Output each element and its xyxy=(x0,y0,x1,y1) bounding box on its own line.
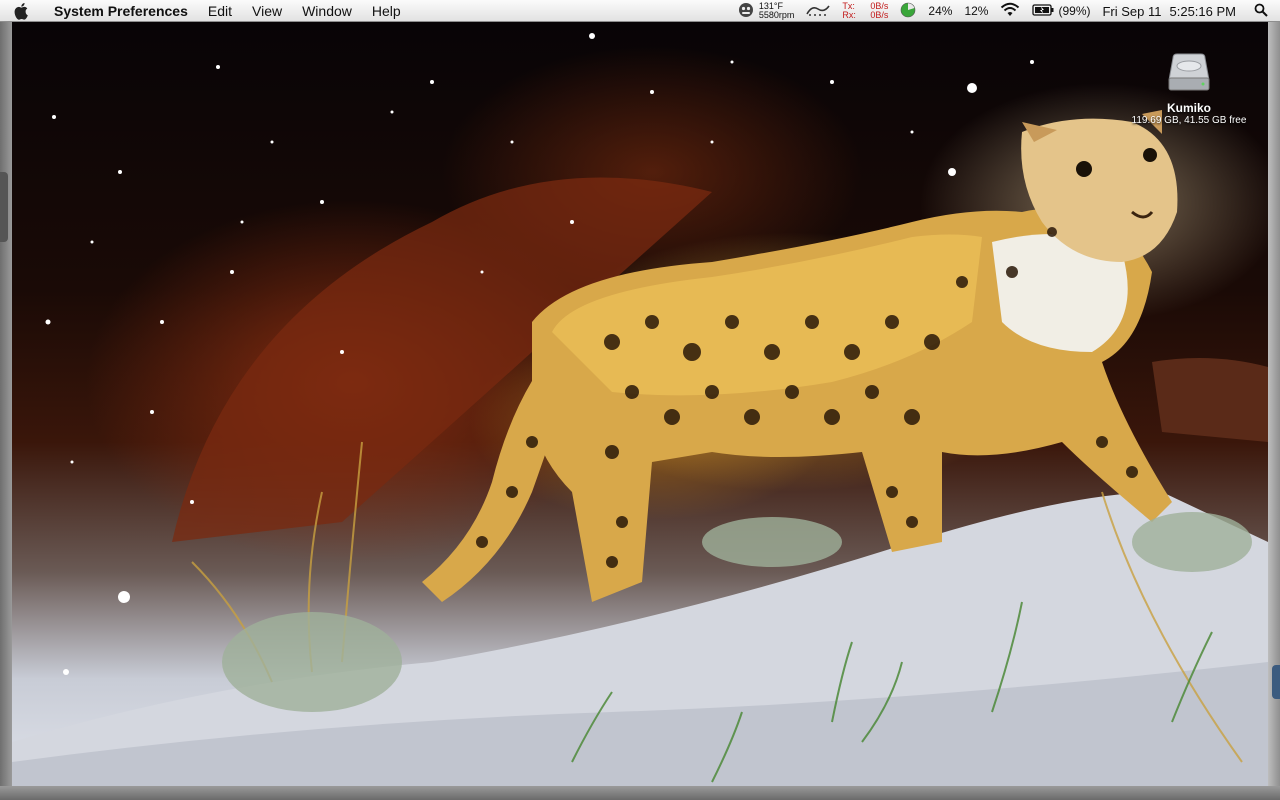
desktop-wallpaper: Kumiko 119.69 GB, 41.55 GB free xyxy=(12,22,1268,786)
monitor-face-icon xyxy=(737,2,755,21)
temperature-menu-extra[interactable]: 131°F 5580rpm xyxy=(731,0,801,22)
desktop-drive-kumiko[interactable]: Kumiko 119.69 GB, 41.55 GB free xyxy=(1124,52,1254,126)
drive-name: Kumiko xyxy=(1166,101,1211,115)
wifi-menu-extra[interactable] xyxy=(994,0,1026,22)
battery-menu-extra[interactable]: (99%) xyxy=(1026,0,1096,22)
snow-leopard-illustration xyxy=(12,33,1268,786)
drive-info: 119.69 GB, 41.55 GB free xyxy=(1131,115,1247,126)
fan-speed-value: 5580rpm xyxy=(758,10,795,20)
disk-pie-menu-extra[interactable] xyxy=(894,0,922,22)
disk-percent[interactable]: 12% xyxy=(958,4,994,18)
left-edge-handle[interactable] xyxy=(0,172,8,242)
rx-label: Rx: xyxy=(842,10,856,20)
battery-percent: (99%) xyxy=(1058,4,1091,18)
clock-date[interactable]: Fri Sep 11 xyxy=(1096,4,1165,19)
rx-value: 0B/s xyxy=(870,10,889,20)
wifi-icon xyxy=(1000,2,1020,21)
right-edge-handle[interactable] xyxy=(1272,665,1280,699)
activity-menu-extra[interactable] xyxy=(800,0,836,22)
activity-icon xyxy=(806,3,831,20)
menu-edit[interactable]: Edit xyxy=(198,0,242,22)
menu-window[interactable]: Window xyxy=(292,0,362,22)
network-menu-extra[interactable]: Tx: 0B/s Rx: 0B/s xyxy=(836,0,894,22)
spotlight-icon xyxy=(1254,3,1268,20)
menu-app-name[interactable]: System Preferences xyxy=(52,0,198,22)
menu-bar: System Preferences Edit View Window Help… xyxy=(0,0,1280,22)
menu-view[interactable]: View xyxy=(242,0,292,22)
battery-icon xyxy=(1032,3,1054,19)
window-bottom-edge xyxy=(0,786,1280,800)
menu-help[interactable]: Help xyxy=(362,0,411,22)
cpu-percent[interactable]: 24% xyxy=(922,4,958,18)
clock-time[interactable]: 5:25:16 PM xyxy=(1166,4,1249,19)
window-left-edge xyxy=(0,22,12,800)
hard-drive-icon xyxy=(1167,52,1211,99)
pie-chart-icon xyxy=(900,2,916,21)
apple-icon[interactable] xyxy=(14,0,40,22)
spotlight-button[interactable] xyxy=(1248,0,1280,22)
